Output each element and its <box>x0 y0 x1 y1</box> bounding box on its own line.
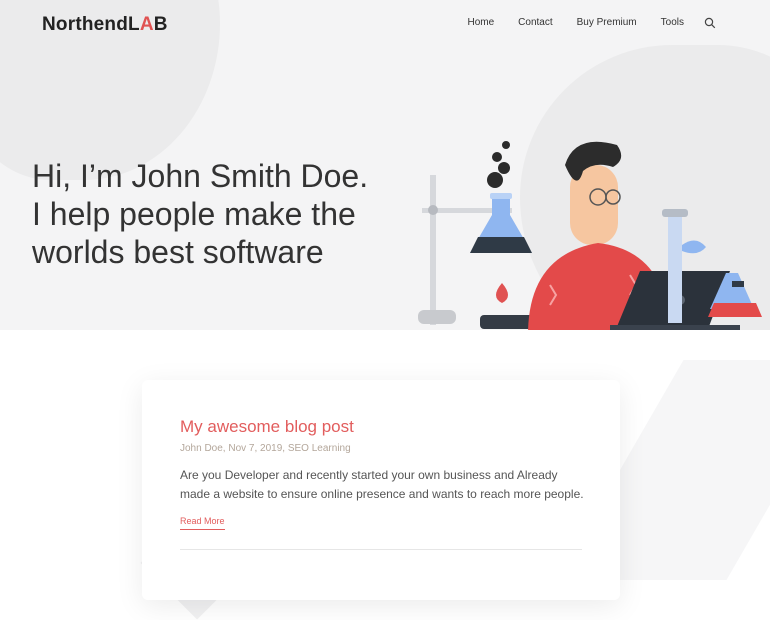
logo-accent: A <box>139 14 154 35</box>
developer-illustration <box>418 141 762 330</box>
hero-title: Hi, I’m John Smith Doe. I help people ma… <box>32 157 412 271</box>
search-icon[interactable] <box>704 16 716 29</box>
nav-contact[interactable]: Contact <box>518 17 552 28</box>
nav-home[interactable]: Home <box>467 17 494 28</box>
logo-text: NorthendL <box>42 14 140 35</box>
post-title[interactable]: My awesome blog post <box>180 417 354 437</box>
blog-post-card: My awesome blog post John Doe, Nov 7, 20… <box>142 380 620 600</box>
post-meta: John Doe, Nov 7, 2019, SEO Learning <box>180 443 351 454</box>
hero-line: I help people make the <box>32 196 356 233</box>
card-divider <box>180 549 582 550</box>
nav-tools[interactable]: Tools <box>661 17 684 28</box>
hero-section: NorthendLAB Home Contact Buy Premium Too… <box>0 0 770 330</box>
hero-line: Hi, I’m John Smith Doe. <box>32 158 369 195</box>
main-nav: Home Contact Buy Premium Tools <box>443 16 716 29</box>
site-logo[interactable]: NorthendLAB <box>42 14 168 36</box>
post-excerpt: Are you Developer and recently started y… <box>180 468 584 501</box>
hero-line: worlds best software <box>32 234 324 271</box>
logo-text-tail: B <box>153 14 168 35</box>
read-more-link[interactable]: Read More <box>180 516 225 530</box>
nav-buy-premium[interactable]: Buy Premium <box>577 17 637 28</box>
